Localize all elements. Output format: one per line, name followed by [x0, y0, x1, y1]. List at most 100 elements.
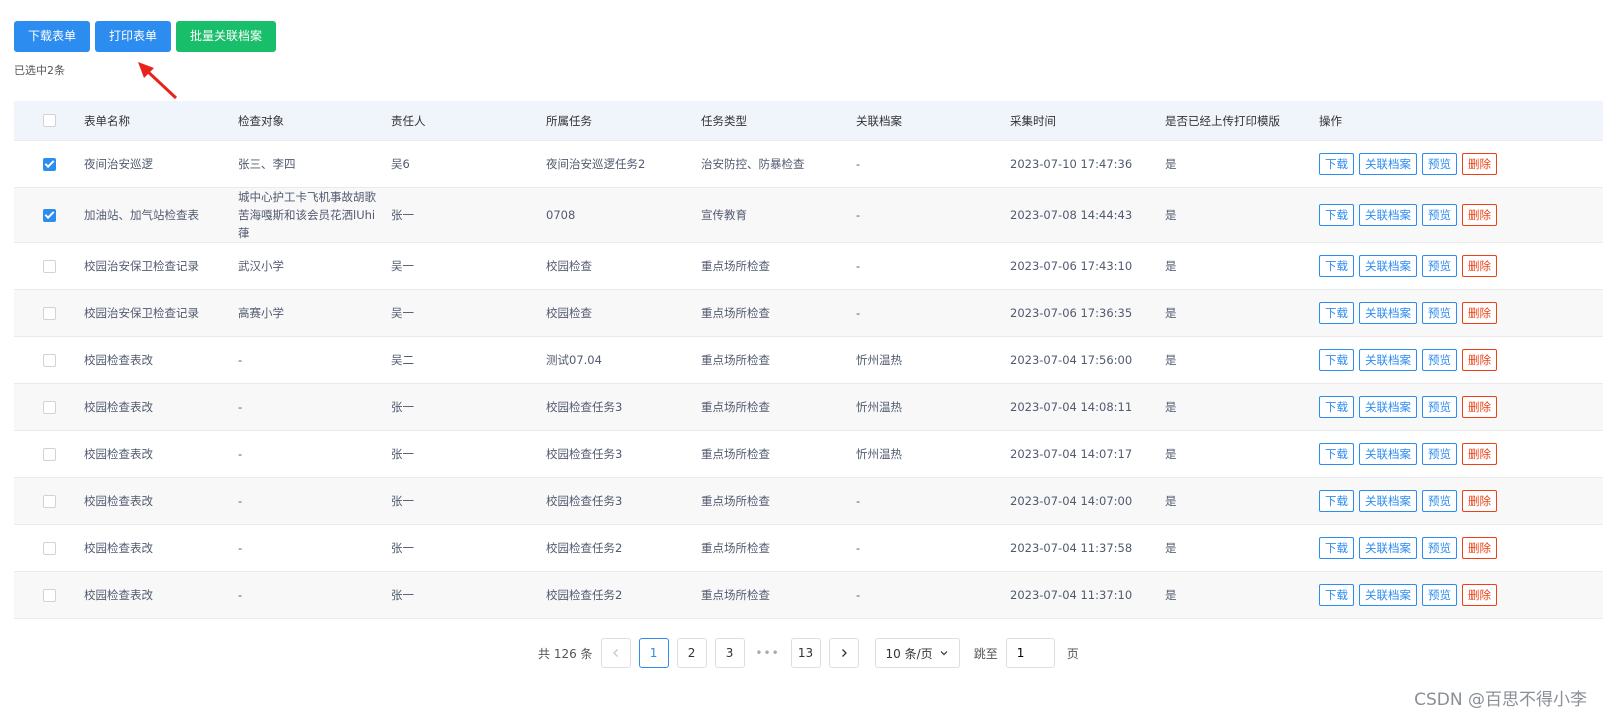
delete-button[interactable]: 删除 — [1462, 490, 1497, 512]
cell-owner: 张一 — [391, 447, 414, 461]
cell-linked-archive: 忻州温热 — [856, 447, 902, 461]
cell-inspection-target: 武汉小学 — [238, 259, 284, 273]
cell-form-name: 校园治安保卫检查记录 — [84, 259, 199, 273]
prev-page-button[interactable] — [600, 638, 631, 668]
link-archive-button[interactable]: 关联档案 — [1359, 255, 1417, 277]
preview-button[interactable]: 预览 — [1422, 153, 1457, 175]
table-row: 校园检查表改 - 张一 校园检查任务3 重点场所检查 忻州温热 2023-07-04 14:… — [14, 384, 1603, 431]
cell-task-type: 重点场所检查 — [701, 259, 770, 273]
cell-task-type: 治安防控、防暴检查 — [701, 157, 805, 171]
row-checkbox[interactable] — [42, 259, 56, 273]
batch-link-archive-button[interactable]: 批量关联档案 — [176, 21, 277, 52]
cell-template-uploaded: 是 — [1165, 400, 1177, 414]
row-checkbox[interactable] — [42, 447, 56, 461]
cell-task-type: 重点场所检查 — [701, 588, 770, 602]
cell-collect-time: 2023-07-04 14:08:11 — [1010, 400, 1133, 414]
page-button[interactable]: 1 — [638, 638, 669, 668]
cell-task-type: 重点场所检查 — [701, 400, 770, 414]
preview-button[interactable]: 预览 — [1422, 490, 1457, 512]
cell-linked-archive: - — [856, 494, 861, 508]
cell-task-type: 重点场所检查 — [701, 353, 770, 367]
cell-inspection-target: - — [238, 588, 243, 602]
page-button[interactable]: 13 — [790, 638, 821, 668]
link-archive-button[interactable]: 关联档案 — [1359, 443, 1417, 465]
download-button[interactable]: 下载 — [1319, 255, 1354, 277]
delete-button[interactable]: 删除 — [1462, 153, 1497, 175]
delete-button[interactable]: 删除 — [1462, 204, 1497, 226]
page-button[interactable]: 2 — [676, 638, 707, 668]
delete-button[interactable]: 删除 — [1462, 302, 1497, 324]
download-button[interactable]: 下载 — [1319, 537, 1354, 559]
delete-button[interactable]: 删除 — [1462, 584, 1497, 606]
page-size-value: 10 条/页 — [885, 646, 933, 661]
cell-form-name: 校园检查表改 — [84, 400, 153, 414]
link-archive-button[interactable]: 关联档案 — [1359, 396, 1417, 418]
link-archive-button[interactable]: 关联档案 — [1359, 537, 1417, 559]
preview-button[interactable]: 预览 — [1422, 584, 1457, 606]
cell-task: 测试07.04 — [546, 353, 602, 367]
cell-inspection-target: - — [238, 541, 243, 555]
table-row: 校园检查表改 - 张一 校园检查任务2 重点场所检查 - 2023-07-04 11:37:… — [14, 572, 1603, 619]
download-button[interactable]: 下载 — [1319, 396, 1354, 418]
preview-button[interactable]: 预览 — [1422, 537, 1457, 559]
cell-owner: 张一 — [391, 494, 414, 508]
cell-linked-archive: 忻州温热 — [856, 400, 902, 414]
cell-linked-archive: - — [856, 259, 861, 273]
delete-button[interactable]: 删除 — [1462, 396, 1497, 418]
cell-task: 夜间治安巡逻任务2 — [546, 157, 646, 171]
link-archive-button[interactable]: 关联档案 — [1359, 204, 1417, 226]
preview-button[interactable]: 预览 — [1422, 349, 1457, 371]
link-archive-button[interactable]: 关联档案 — [1359, 584, 1417, 606]
table-row: 校园检查表改 - 张一 校园检查任务3 重点场所检查 忻州温热 2023-07-04 14:… — [14, 431, 1603, 478]
jump-page-input[interactable] — [1005, 638, 1055, 668]
download-button[interactable]: 下载 — [1319, 443, 1354, 465]
link-archive-button[interactable]: 关联档案 — [1359, 302, 1417, 324]
page-size-select[interactable]: 10 条/页 — [874, 638, 960, 668]
download-button[interactable]: 下载 — [1319, 584, 1354, 606]
preview-button[interactable]: 预览 — [1422, 204, 1457, 226]
select-all-checkbox[interactable] — [42, 114, 56, 127]
preview-button[interactable]: 预览 — [1422, 443, 1457, 465]
link-archive-button[interactable]: 关联档案 — [1359, 490, 1417, 512]
red-arrow-annotation-icon — [138, 62, 178, 100]
row-checkbox[interactable] — [42, 588, 56, 602]
next-page-button[interactable] — [828, 638, 859, 668]
selected-count-text: 已选中2条 — [14, 64, 65, 77]
cell-task: 校园检查任务3 — [546, 400, 623, 414]
row-checkbox[interactable] — [42, 208, 56, 222]
row-checkbox[interactable] — [42, 157, 56, 171]
row-checkbox[interactable] — [42, 306, 56, 320]
row-checkbox[interactable] — [42, 494, 56, 508]
cell-owner: 吴二 — [391, 353, 414, 367]
cell-form-name: 校园检查表改 — [84, 353, 153, 367]
delete-button[interactable]: 删除 — [1462, 349, 1497, 371]
chevron-left-icon — [612, 649, 618, 657]
row-checkbox[interactable] — [42, 353, 56, 367]
page-button[interactable]: 3 — [714, 638, 745, 668]
row-checkbox[interactable] — [42, 541, 56, 555]
cell-linked-archive: 忻州温热 — [856, 353, 902, 367]
download-button[interactable]: 下载 — [1319, 349, 1354, 371]
download-button[interactable]: 下载 — [1319, 204, 1354, 226]
more-pages-ellipsis[interactable]: ••• — [752, 638, 783, 668]
row-checkbox[interactable] — [42, 400, 56, 414]
download-form-button[interactable]: 下载表单 — [14, 21, 91, 52]
jump-label: 跳至 — [973, 646, 998, 661]
link-archive-button[interactable]: 关联档案 — [1359, 153, 1417, 175]
download-button[interactable]: 下载 — [1319, 153, 1354, 175]
delete-button[interactable]: 删除 — [1462, 537, 1497, 559]
preview-button[interactable]: 预览 — [1422, 396, 1457, 418]
cell-task-type: 宣传教育 — [701, 208, 747, 222]
column-header: 是否已经上传打印模版 — [1165, 113, 1280, 128]
preview-button[interactable]: 预览 — [1422, 302, 1457, 324]
delete-button[interactable]: 删除 — [1462, 443, 1497, 465]
link-archive-button[interactable]: 关联档案 — [1359, 349, 1417, 371]
download-button[interactable]: 下载 — [1319, 490, 1354, 512]
delete-button[interactable]: 删除 — [1462, 255, 1497, 277]
print-form-button[interactable]: 打印表单 — [95, 21, 172, 52]
cell-template-uploaded: 是 — [1165, 541, 1177, 555]
download-button[interactable]: 下载 — [1319, 302, 1354, 324]
row-actions: 下载 关联档案 预览 删除 — [1319, 153, 1599, 175]
preview-button[interactable]: 预览 — [1422, 255, 1457, 277]
cell-linked-archive: - — [856, 306, 861, 320]
